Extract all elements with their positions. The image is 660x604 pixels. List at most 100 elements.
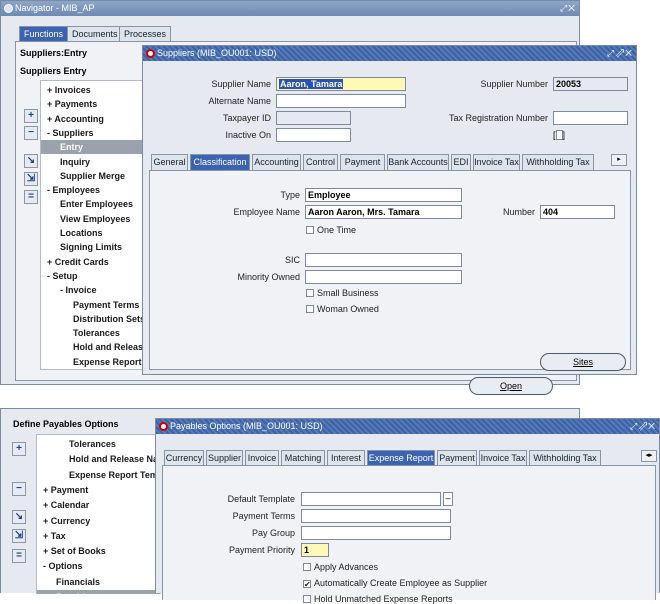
tree-item[interactable]: + Currency [37,514,160,528]
navigator-subheading: Suppliers Entry [20,66,87,76]
expand-all-icon-2[interactable]: ⇲ [12,529,26,543]
tab-functions[interactable]: Functions [19,26,69,42]
tab-control[interactable]: Control [303,154,338,170]
woman-owned-box [306,305,314,313]
tab-payment[interactable]: Payment [340,154,385,170]
payables-options-title: Payables Options (MIB_OU001: USD) [170,421,323,431]
suppliers-title: Suppliers (MIB_OU001: USD) [157,48,277,58]
expand-icon[interactable]: + [24,109,38,123]
window-controls-icon[interactable]: ⤢✕ [560,1,576,16]
collapse-all-icon[interactable]: = [24,190,38,204]
tab-invoice-tax[interactable]: Invoice Tax [473,154,520,170]
expand-branch-icon[interactable]: ↘ [24,154,38,168]
open-button[interactable]: Open [469,377,553,395]
tax-registration-label: Tax Registration Number [448,113,548,123]
type-field[interactable]: Employee [305,188,462,202]
tree-item[interactable]: Hold and Release Nar [37,452,160,466]
navigator-titlebar: Navigator - MIB_AP ⤢✕ [1,1,579,16]
payables-options-window: Payables Options (MIB_OU001: USD) ⤢⇗✕ Cu… [155,418,660,604]
list-of-values-icon[interactable]: – [443,492,453,506]
default-template-field[interactable] [301,492,441,506]
payment-priority-label: Payment Priority [228,545,295,555]
dialog-controls-icon-2[interactable]: ⤢⇗✕ [630,419,656,434]
tab-expense-report[interactable]: Expense Report [367,450,435,466]
tab-supplier[interactable]: Supplier [206,450,243,466]
payables-tree[interactable]: Tolerances Hold and Release Nar Expense Re… [36,434,161,594]
tree-item[interactable]: Expense Report Temp [37,468,160,482]
supplier-name-label: Supplier Name [211,79,271,89]
expand-icon-2[interactable]: + [12,442,26,456]
tab-withholding-tax[interactable]: Withholding Tax [529,450,601,466]
auto-create-supplier-checkbox[interactable]: ✔ Automatically Create Employee as Suppli… [303,578,487,589]
tax-registration-field[interactable] [553,111,628,125]
collapse-icon-2[interactable]: − [12,482,26,496]
tree-item[interactable]: Tolerances [37,437,160,451]
suppliers-titlebar: Suppliers (MIB_OU001: USD) ⤢⇗✕ [143,46,636,61]
tab-scroll-icon[interactable]: ◂▸ [641,450,657,462]
tab-invoice-tax[interactable]: Invoice Tax [479,450,527,466]
screenshot-divider [0,400,660,401]
sic-field[interactable] [305,253,462,267]
descriptive-flexfield[interactable]: [] [553,128,573,142]
tab-currency[interactable]: Currency [164,450,204,466]
tab-processes[interactable]: Processes [119,26,172,42]
collapse-icon[interactable]: − [24,126,38,140]
alternate-name-field[interactable] [276,94,406,108]
tab-payment[interactable]: Payment [437,450,477,466]
alternate-name-label: Alternate Name [208,96,271,106]
tab-classification[interactable]: Classification [190,154,250,170]
woman-owned-checkbox[interactable]: Woman Owned [306,304,379,314]
number-field[interactable]: 404 [540,205,615,219]
navigator-heading: Suppliers:Entry [20,48,88,58]
tree-item[interactable]: + Calendar [37,498,160,512]
payment-terms-field[interactable] [301,509,451,523]
apply-advances-checkbox[interactable]: Apply Advances [303,562,378,572]
tree-item[interactable]: + Tax [37,529,160,543]
tab-scroll-right-icon[interactable]: ▸ [611,154,627,166]
supplier-name-field[interactable]: Aaron, Tamara [276,77,406,91]
oracle-icon [146,49,155,58]
navigator-title: Navigator - MIB_AP [15,3,95,13]
default-template-label: Default Template [227,494,295,504]
tab-interest[interactable]: Interest [327,450,365,466]
tab-edi[interactable]: EDI [451,154,471,170]
minority-owned-field[interactable] [305,270,462,284]
classification-panel: Type Employee Employee Name Aaron Aaron,… [149,170,631,371]
tab-documents[interactable]: Documents [67,26,123,42]
small-business-checkbox[interactable]: Small Business [306,288,379,298]
expense-report-panel: Default Template – Payment Terms Pay Gro… [162,465,656,604]
tab-bank-accounts[interactable]: Bank Accounts [387,154,449,170]
payment-priority-field[interactable]: 1 [301,543,329,557]
small-business-box [306,289,314,297]
expand-all-icon[interactable]: ⇲ [24,172,38,186]
dialog-controls-icon[interactable]: ⤢⇗✕ [607,46,633,61]
inactive-on-label: Inactive On [225,130,271,140]
tree-item[interactable]: - Options [37,559,160,573]
one-time-checkbox[interactable]: One Time [306,225,356,235]
tab-accounting[interactable]: Accounting [252,154,301,170]
number-label: Number [502,207,535,217]
tab-matching[interactable]: Matching [281,450,325,466]
hold-unmatched-checkbox[interactable]: Hold Unmatched Expense Reports [303,594,453,604]
supplier-number-field[interactable]: 20053 [553,77,628,91]
tree-item[interactable]: + Payment [37,483,160,497]
employee-name-field[interactable]: Aaron Aaron, Mrs. Tamara [305,205,462,219]
taxpayer-id-field[interactable] [276,111,351,125]
inactive-on-field[interactable] [276,128,351,142]
payables-options-titlebar: Payables Options (MIB_OU001: USD) ⤢⇗✕ [156,419,659,434]
tab-invoice[interactable]: Invoice [245,450,279,466]
pay-group-field[interactable] [301,526,451,540]
one-time-box [306,226,314,234]
tree-item[interactable]: Financials [37,575,160,589]
sites-button[interactable]: Sites [540,353,626,371]
tree-item[interactable]: + Set of Books [37,544,160,558]
tab-withholding-tax[interactable]: Withholding Tax [522,154,594,170]
tree-item[interactable]: Payables [37,590,160,594]
tab-general[interactable]: General [151,154,188,170]
define-payables-heading: Define Payables Options [13,419,119,429]
expand-branch-icon-2[interactable]: ↘ [12,510,26,524]
collapse-all-icon-2[interactable]: = [12,549,26,563]
employee-name-label: Employee Name [233,207,300,217]
hold-unmatched-box [303,595,311,603]
payment-terms-label: Payment Terms [232,511,295,521]
